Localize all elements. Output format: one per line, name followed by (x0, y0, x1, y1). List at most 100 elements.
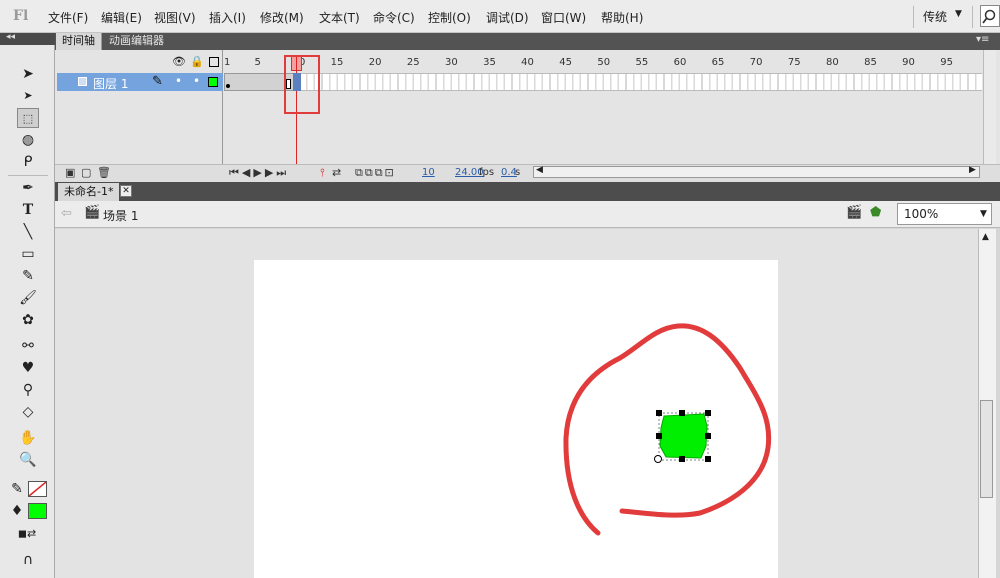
layer-column (55, 50, 223, 182)
zoom-select[interactable]: 100% (897, 203, 992, 225)
eye-icon[interactable]: 👁 (172, 55, 186, 68)
free-transform-tool-icon[interactable]: ⬚ (17, 108, 39, 128)
pencil-icon: ✎ (152, 74, 163, 89)
scroll-up-icon[interactable]: ▲ (982, 232, 989, 242)
transform-handle[interactable] (679, 410, 685, 416)
document-tab-bar (55, 182, 1000, 201)
zoom-tool-icon[interactable]: 🔍 (17, 450, 39, 470)
outline-icon[interactable] (209, 57, 219, 67)
rectangle-tool-icon[interactable]: ▭ (17, 244, 39, 264)
frame-number: 55 (635, 57, 649, 68)
menu-text[interactable]: 文本(T) (319, 9, 360, 26)
playback-controls[interactable]: ⏮◀▶▶⏭ (229, 166, 289, 180)
bone-tool-icon[interactable]: ⚯ (17, 336, 39, 356)
menu-commands[interactable]: 命令(C) (373, 9, 415, 26)
menu-control[interactable]: 控制(O) (428, 9, 471, 26)
document-tab[interactable]: 未命名-1* (58, 183, 120, 201)
lock-dot[interactable]: • (193, 74, 200, 88)
close-icon[interactable]: ✕ (120, 185, 132, 197)
menu-insert[interactable]: 插入(I) (209, 9, 246, 26)
new-layer-icon[interactable]: ▣ (65, 166, 75, 179)
scene-icon: 🎬 (84, 205, 101, 220)
transform-handle[interactable] (705, 433, 711, 439)
registration-point[interactable] (654, 455, 662, 463)
lasso-tool-icon[interactable]: ᑭ (17, 152, 39, 172)
back-arrow-icon[interactable]: ⇦ (61, 206, 72, 221)
menu-debug[interactable]: 调试(D) (486, 9, 529, 26)
menu-modify[interactable]: 修改(M) (260, 9, 304, 26)
selection-tool-icon[interactable]: ➤ (17, 64, 39, 84)
scroll-right-icon[interactable]: ▶ (969, 165, 976, 175)
search-input[interactable] (980, 5, 1000, 27)
menu-divider (972, 6, 973, 28)
transform-handle[interactable] (656, 410, 662, 416)
menu-divider (913, 6, 914, 28)
snap-magnet-icon[interactable]: ∩ (17, 550, 39, 570)
scroll-thumb[interactable] (980, 400, 993, 498)
panel-header (55, 33, 1000, 50)
hand-tool-icon[interactable]: ✋ (17, 428, 39, 448)
collapse-icon[interactable]: ◂◂ (6, 32, 15, 42)
frame-number: 30 (444, 57, 458, 68)
layer-color-swatch[interactable] (208, 77, 218, 87)
pen-tool-icon[interactable]: ✒ (17, 178, 39, 198)
loop-icon[interactable]: ⇄ (332, 166, 341, 179)
edit-symbol-icon[interactable]: ⬟ (870, 205, 881, 220)
swap-colors-icon[interactable]: ◼⇄ (12, 524, 42, 544)
center-frame-icon[interactable]: ⫯ (320, 166, 325, 180)
tab-motion-editor[interactable]: 动画编辑器 (103, 33, 170, 50)
workspace-switcher[interactable]: 传统 (923, 8, 947, 25)
frame-number: 60 (673, 57, 687, 68)
tools-panel-header[interactable]: ◂◂ (0, 32, 55, 45)
scene-label[interactable]: 场景 1 (103, 207, 138, 224)
transform-handle[interactable] (705, 456, 711, 462)
transform-handle[interactable] (679, 456, 685, 462)
onion-skin-icons[interactable]: ⧉⧉⧉⊡ (355, 166, 396, 180)
frame-number: 65 (711, 57, 725, 68)
frame-hscrollbar[interactable] (533, 166, 980, 178)
frame-number: 35 (483, 57, 496, 68)
time-unit: s (515, 167, 521, 178)
line-tool-icon[interactable]: ╲ (17, 222, 39, 242)
lock-icon[interactable]: 🔒 (190, 55, 204, 68)
menu-view[interactable]: 视图(V) (154, 9, 196, 26)
visibility-dot[interactable]: • (175, 74, 182, 88)
edit-scene-icon[interactable]: 🎬 (846, 205, 862, 220)
eraser-tool-icon[interactable]: ◇ (17, 402, 39, 422)
scroll-left-icon[interactable]: ◀ (536, 165, 543, 175)
brush-tool-icon[interactable]: 🖌 (17, 288, 39, 308)
deco-tool-icon[interactable]: ✿ (17, 310, 39, 330)
transform-handle[interactable] (656, 433, 662, 439)
pencil-tool-icon[interactable]: ✎ (17, 266, 39, 286)
menu-window[interactable]: 窗口(W) (541, 9, 586, 26)
menu-file[interactable]: 文件(F) (48, 9, 88, 26)
frame-number: 90 (902, 57, 915, 68)
3d-rotation-tool-icon[interactable]: ◍ (17, 130, 39, 150)
frame-number: 20 (368, 57, 382, 68)
delete-layer-icon[interactable]: 🗑 (97, 166, 111, 179)
new-folder-icon[interactable]: ▢ (81, 166, 91, 179)
layer-icon (78, 77, 87, 86)
tab-timeline[interactable]: 时间轴 (56, 33, 102, 50)
frame-number: 40 (521, 57, 534, 68)
menu-edit[interactable]: 编辑(E) (101, 9, 142, 26)
fill-color-swatch[interactable] (28, 503, 47, 519)
panel-menu-icon[interactable]: ▾≡ (976, 34, 989, 45)
current-frame-value[interactable]: 10 (422, 167, 435, 178)
frame-number: 95 (940, 57, 953, 68)
tools-divider (8, 175, 48, 176)
transform-handle[interactable] (705, 410, 711, 416)
menu-help[interactable]: 帮助(H) (601, 9, 643, 26)
paint-bucket-tool-icon[interactable]: ♥ (17, 358, 39, 378)
text-tool-icon[interactable]: T (17, 200, 39, 220)
layer-name[interactable]: 图层 1 (93, 75, 128, 92)
eyedropper-tool-icon[interactable]: ⚲ (17, 380, 39, 400)
keyframe-dot (226, 84, 230, 88)
chevron-down-icon[interactable]: ▼ (955, 9, 962, 19)
subselection-tool-icon[interactable]: ➤ (17, 86, 39, 106)
chevron-down-icon[interactable]: ▼ (980, 209, 987, 219)
frame-grid[interactable] (224, 73, 982, 91)
stroke-color-swatch[interactable] (28, 481, 47, 497)
frame-number: 1 (224, 57, 231, 68)
timeline-scrollbar[interactable] (983, 50, 996, 164)
